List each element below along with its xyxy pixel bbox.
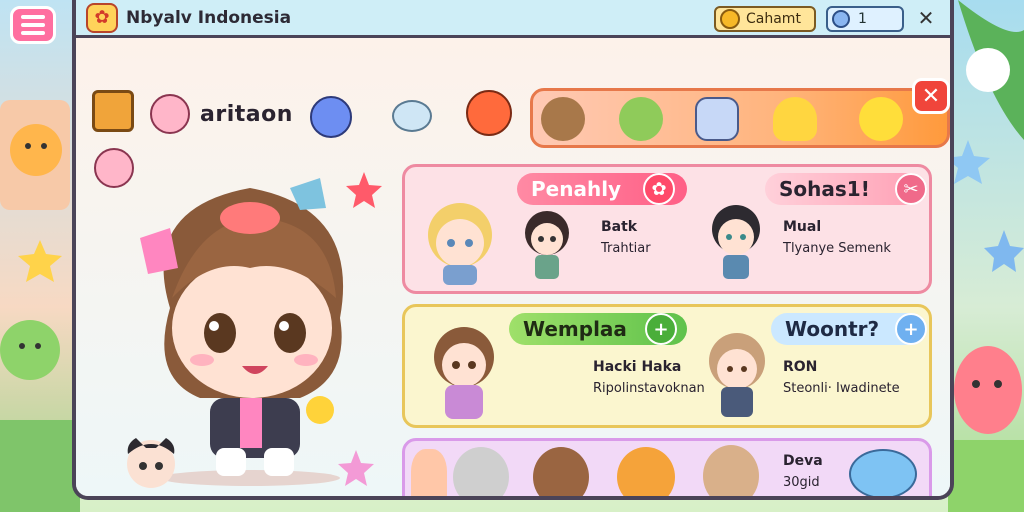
orange-creature-icon[interactable] — [466, 90, 512, 136]
card-1-person-1-name: Batk — [601, 219, 638, 235]
menu-icon-line — [21, 31, 45, 35]
blue-creature-icon[interactable] — [310, 96, 352, 138]
star-decoration — [346, 172, 382, 208]
yellow-cat-item-icon[interactable] — [859, 97, 903, 141]
card-1-person-2-name: Mual — [783, 219, 822, 235]
card-item-icon[interactable] — [695, 97, 739, 141]
flower-icon: ✿ — [651, 178, 667, 200]
window-title: Nbyalv Indonesia — [126, 7, 292, 28]
bow-girl-avatar — [703, 445, 759, 496]
blonde-character-avatar — [428, 203, 492, 285]
gray-hair-avatar — [453, 447, 509, 496]
card-2-person-2-name: RON — [783, 359, 818, 375]
blue-slime-avatar — [849, 449, 917, 496]
character-card-3[interactable]: Deva 30gid — [402, 438, 932, 496]
gift-icon: ✿ — [86, 2, 118, 33]
plus-icon: + — [903, 318, 919, 340]
title-bar: ✿ Nbyalv Indonesia Cahamt 1 ✕ — [76, 0, 950, 38]
close-icon[interactable]: ✕ — [914, 6, 938, 30]
collection-label: aritaon — [200, 102, 293, 127]
coin-icon — [720, 9, 740, 29]
scissors-icon: ✂ — [903, 178, 919, 200]
gem-value: 1 — [858, 11, 867, 27]
gem-counter[interactable]: 1 — [826, 6, 904, 32]
close-shop-button[interactable]: ✕ — [912, 78, 950, 114]
orange-hair-avatar — [617, 447, 675, 496]
dark-hair-character-avatar — [525, 211, 569, 279]
plus-icon: + — [653, 318, 669, 340]
card-3-person-subtitle: 30gid — [783, 475, 820, 490]
item-shop-bar — [530, 88, 950, 148]
cloud-creature-icon[interactable] — [392, 100, 432, 132]
bow-character-avatar — [709, 333, 765, 417]
gem-icon — [832, 10, 850, 28]
star-decoration — [338, 450, 374, 486]
banana-item-icon[interactable] — [773, 97, 817, 141]
card-2-right-title: Woontr? — [785, 317, 880, 341]
card-1-person-2-subtitle: Tlyanye Semenk — [783, 241, 891, 256]
scenery-left-art — [0, 100, 80, 512]
scenery-right-art — [946, 0, 1024, 512]
cat-character-avatar — [127, 438, 175, 488]
card-1-left-button[interactable]: ✿ — [643, 173, 675, 205]
hedgehog-item-icon[interactable] — [541, 97, 585, 141]
card-2-left-button[interactable]: + — [645, 313, 677, 345]
card-2-person-1-subtitle: Ripolinstavoknan — [593, 381, 705, 396]
background-right-scenery — [946, 0, 1024, 512]
card-2-person-2-subtitle: Steonli· Iwadinete — [783, 381, 900, 396]
coin-counter[interactable]: Cahamt — [714, 6, 816, 32]
card-2-right-button[interactable]: + — [895, 313, 927, 345]
treasure-chest-icon[interactable] — [92, 90, 134, 132]
window-body: aritaon ✕ Penahly ✿ Sohas1! ✂ Batk Traht… — [76, 38, 950, 496]
coin-label: Cahamt — [746, 11, 801, 27]
card-2-left-title: Wemplaa — [523, 317, 627, 341]
pink-cat-icon[interactable] — [150, 94, 190, 134]
main-window: ✿ Nbyalv Indonesia Cahamt 1 ✕ aritaon ✕ — [72, 0, 954, 500]
green-eye-character-avatar — [712, 205, 760, 279]
cat-ear-character-avatar — [434, 327, 494, 419]
character-card-1[interactable]: Penahly ✿ Sohas1! ✂ Batk Trahtiar Mual T… — [402, 164, 932, 294]
card-1-left-title: Penahly — [531, 177, 622, 201]
card-2-person-1-name: Hacki Haka — [593, 359, 682, 375]
character-card-2[interactable]: Wemplaa + Woontr? + Hacki Haka Ripolinst… — [402, 304, 932, 428]
brown-bear-avatar — [533, 447, 589, 496]
background-left-scenery — [0, 0, 80, 512]
menu-icon-line — [21, 15, 45, 19]
menu-button[interactable] — [10, 6, 56, 44]
card-1-right-button[interactable]: ✂ — [895, 173, 927, 205]
fox-avatar — [411, 449, 447, 496]
menu-icon-line — [21, 23, 45, 27]
macaron-item-icon[interactable] — [619, 97, 663, 141]
card-3-person-name: Deva — [783, 453, 823, 469]
card-1-right-title: Sohas1! — [779, 177, 870, 201]
card-1-person-1-subtitle: Trahtiar — [601, 241, 651, 256]
